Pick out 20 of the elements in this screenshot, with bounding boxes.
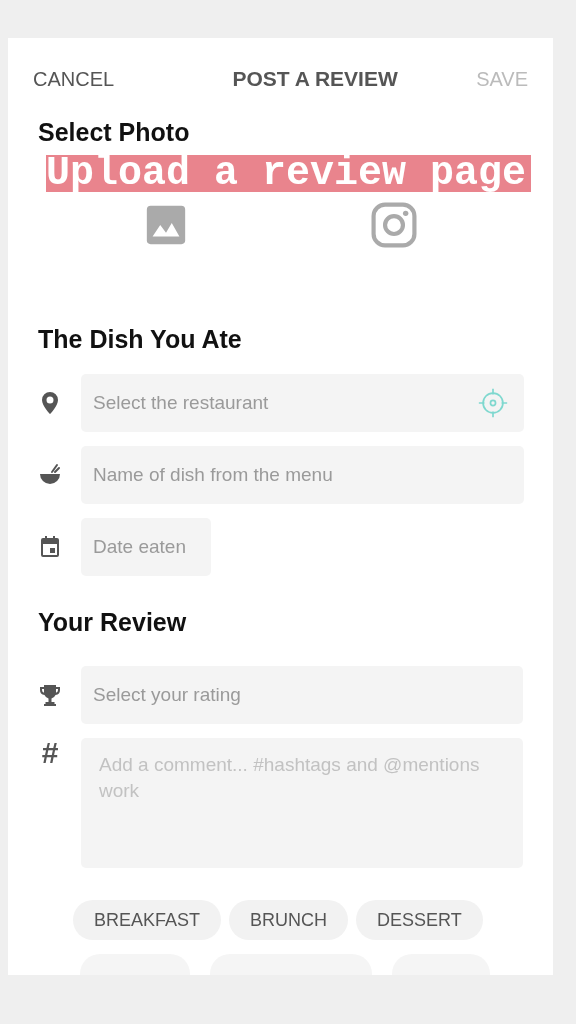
locate-icon xyxy=(476,386,510,420)
hashtag-icon: # xyxy=(38,738,62,768)
screen-title: POST A REVIEW xyxy=(232,66,398,93)
input-field[interactable]: Name of dish from the menu xyxy=(81,446,524,504)
camera-icon xyxy=(369,200,419,250)
tag-chip[interactable]: DESSERT xyxy=(356,900,483,940)
calendar-icon xyxy=(38,535,62,559)
section-title: The Dish You Ate xyxy=(38,324,243,354)
input-field[interactable]: Select your rating xyxy=(81,666,523,724)
photo-source-button[interactable] xyxy=(369,200,419,250)
trophy-icon xyxy=(38,683,62,707)
tag-chip[interactable]: BRUNCH xyxy=(229,900,349,940)
input-field[interactable]: Select the restaurant xyxy=(81,374,524,432)
bowl-icon xyxy=(38,463,62,487)
tag-chip[interactable]: BREAKFAST xyxy=(73,900,222,940)
section-title: Your Review xyxy=(38,607,188,637)
section-title: Select Photo xyxy=(38,117,191,147)
cancel-button[interactable]: CANCEL xyxy=(33,64,115,94)
input-field[interactable]: Date eaten xyxy=(81,518,211,576)
annotation-banner: Upload a review page xyxy=(46,155,531,192)
